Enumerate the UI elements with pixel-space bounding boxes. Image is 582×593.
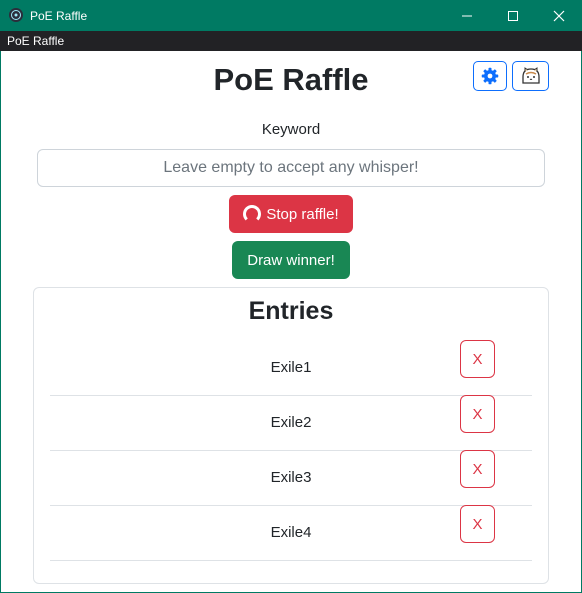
draw-winner-label: Draw winner! <box>247 251 335 269</box>
remove-entry-button[interactable]: X <box>460 395 495 433</box>
spinner-icon <box>243 205 262 223</box>
entry-row: Exile2 X <box>50 395 532 451</box>
draw-winner-button[interactable]: Draw winner! <box>232 241 350 279</box>
keyword-label: Keyword <box>261 121 321 138</box>
entries-title: Entries <box>248 297 334 325</box>
entry-row: Exile1 X <box>50 340 532 396</box>
maximize-button[interactable] <box>490 0 536 31</box>
theme-button[interactable] <box>512 61 549 91</box>
maximize-icon <box>508 10 518 21</box>
gear-icon <box>481 67 499 85</box>
window-titlebar: PoE Raffle <box>0 0 582 31</box>
keyword-input[interactable] <box>37 149 545 187</box>
window-title: PoE Raffle <box>30 9 88 23</box>
entry-row: Exile4 X <box>50 505 532 561</box>
cat-icon <box>521 67 540 84</box>
entries-card: Entries Exile1 X Exile2 X Exile3 X Exile… <box>33 287 549 584</box>
entry-row: Exile3 X <box>50 450 532 506</box>
stop-raffle-button[interactable]: Stop raffle! <box>229 195 353 233</box>
remove-entry-button[interactable]: X <box>460 450 495 488</box>
remove-entry-button[interactable]: X <box>460 505 495 543</box>
stop-raffle-label: Stop raffle! <box>266 205 339 223</box>
remove-entry-button[interactable]: X <box>460 340 495 378</box>
minimize-icon <box>462 15 472 16</box>
close-icon <box>553 10 565 21</box>
close-window-button[interactable] <box>536 0 582 31</box>
app-icon <box>8 7 24 23</box>
menu-item-poe-raffle[interactable]: PoE Raffle <box>7 34 64 48</box>
settings-button[interactable] <box>473 61 507 91</box>
menu-bar: PoE Raffle <box>0 31 582 51</box>
minimize-button[interactable] <box>444 0 490 31</box>
